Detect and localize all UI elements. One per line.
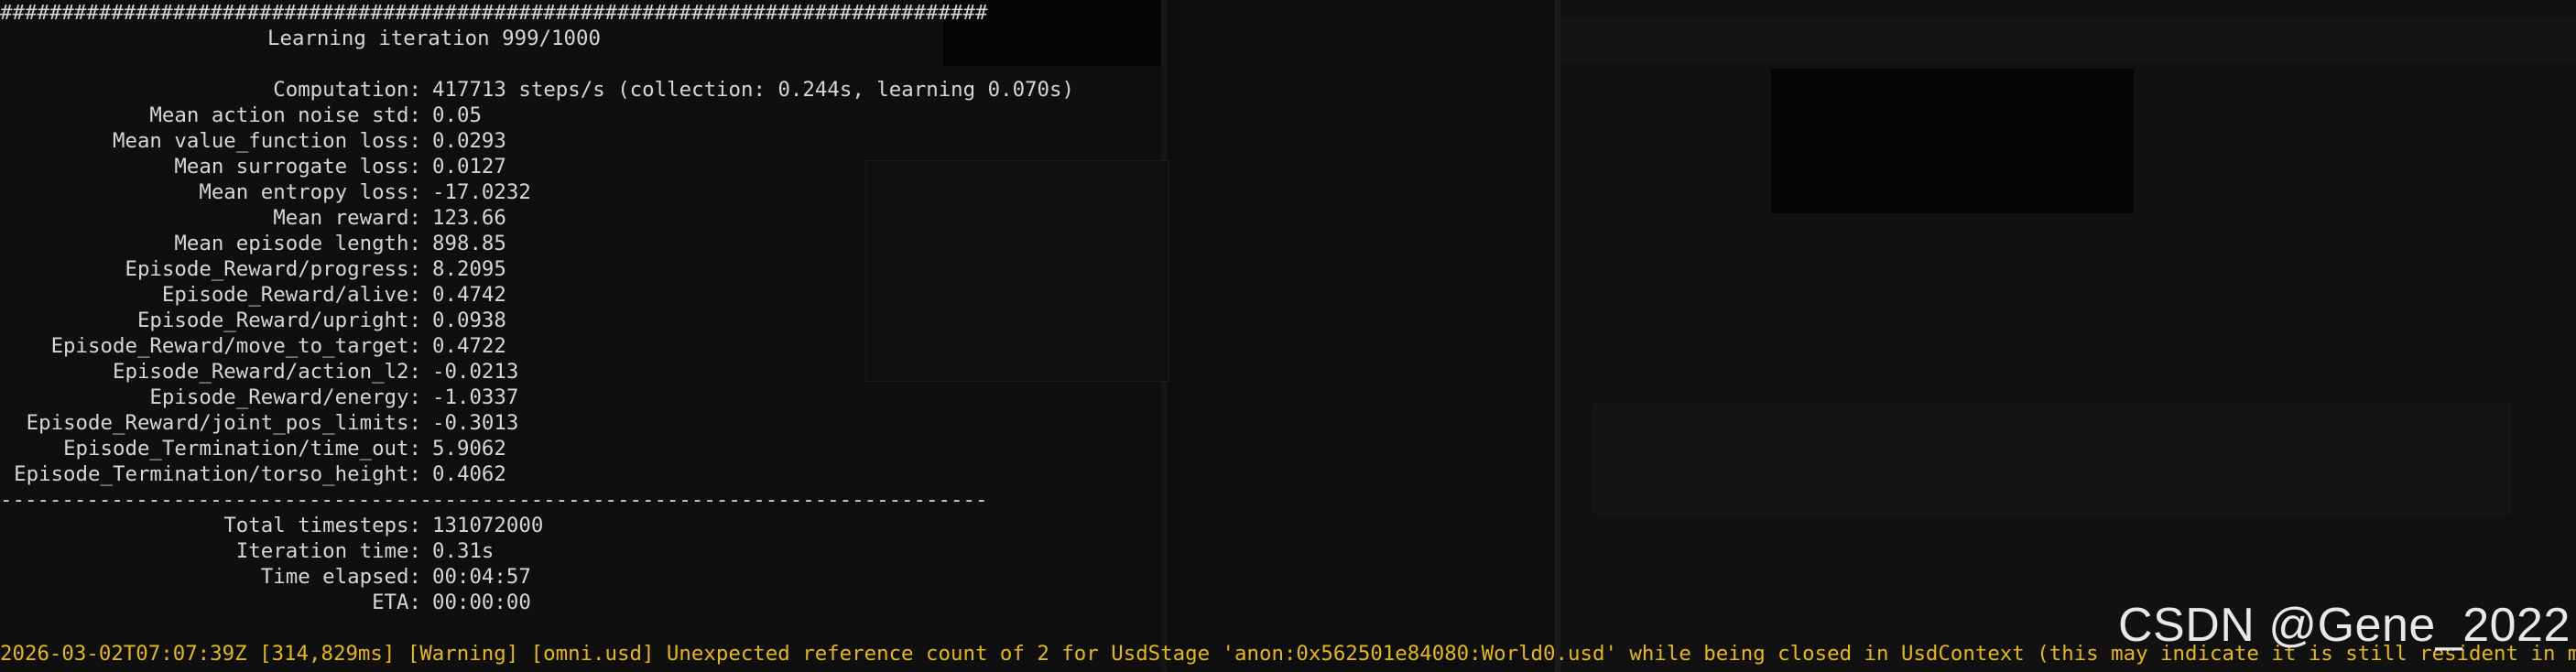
summary-key: Time elapsed: <box>260 565 421 589</box>
summary-value: 00:00:00 <box>432 591 531 614</box>
metrics-row: Mean episode length: 898.85 <box>0 231 1831 256</box>
metrics-row: Episode_Reward/progress: 8.2095 <box>0 256 1831 282</box>
metrics-row: Computation: 417713 steps/s (collection: … <box>0 77 1831 103</box>
metrics-row: Episode_Termination/time_out: 5.9062 <box>0 436 1831 461</box>
summary-row: ETA: 00:00:00 <box>0 590 1831 615</box>
summary-row: Iteration time: 0.31s <box>0 538 1831 564</box>
metrics-row: Episode_Reward/action_l2: -0.0213 <box>0 359 1831 385</box>
metrics-value: 0.4062 <box>432 462 506 486</box>
metrics-value: 123.66 <box>432 206 506 230</box>
metrics-key: Episode_Reward/upright: <box>136 309 421 332</box>
metrics-value: 0.0293 <box>432 129 506 153</box>
metrics-key: Episode_Termination/time_out: <box>63 437 421 461</box>
metrics-value: 0.4722 <box>432 334 506 358</box>
metrics-value: 898.85 <box>432 232 506 255</box>
summary-key: Iteration time: <box>235 539 421 563</box>
metrics-row: Episode_Reward/energy: -1.0337 <box>0 385 1831 410</box>
metrics-row: Episode_Reward/joint_pos_limits: -0.3013 <box>0 410 1831 436</box>
metrics-key: Mean action noise std: <box>149 103 421 127</box>
metrics-key: Episode_Reward/action_l2: <box>112 360 421 384</box>
summary-key: ETA: <box>372 591 421 614</box>
metrics-row: Mean action noise std: 0.05 <box>0 103 1831 128</box>
metrics-key: Episode_Reward/progress: <box>125 257 421 281</box>
metrics-row: Episode_Reward/move_to_target: 0.4722 <box>0 333 1831 359</box>
terminal-output: ########################################… <box>0 0 2576 672</box>
metrics-key: Episode_Reward/energy: <box>149 385 421 409</box>
metrics-key: Episode_Termination/torso_height: <box>14 462 421 486</box>
metrics-row: Mean surrogate loss: 0.0127 <box>0 154 1831 179</box>
summary-row: Time elapsed: 00:04:57 <box>0 564 1831 590</box>
metrics-value: -0.0213 <box>432 360 519 384</box>
metrics-value: 417713 steps/s (collection: 0.244s, lear… <box>432 78 1074 102</box>
metrics-value: -0.3013 <box>432 411 519 435</box>
metrics-row: Episode_Reward/alive: 0.4742 <box>0 282 1831 308</box>
csdn-watermark: CSDN @Gene_2022 <box>2118 599 2571 652</box>
hash-rule: ########################################… <box>0 1 988 25</box>
dash-rule: ----------------------------------------… <box>0 488 988 512</box>
summary-value: 131072000 <box>432 514 544 537</box>
metrics-value: 5.9062 <box>432 437 506 461</box>
metrics-value: 0.05 <box>432 103 482 127</box>
iteration-header: Learning iteration 999/1000 <box>267 27 601 50</box>
metrics-key: Mean value_function loss: <box>112 129 421 153</box>
metrics-row: Mean value_function loss: 0.0293 <box>0 128 1831 154</box>
metrics-key: Mean reward: <box>273 206 421 230</box>
metrics-key: Mean episode length: <box>174 232 421 255</box>
metrics-row: Episode_Termination/torso_height: 0.4062 <box>0 461 1831 487</box>
metrics-key: Episode_Reward/move_to_target: <box>50 334 421 358</box>
screen: ########################################… <box>0 0 2576 672</box>
metrics-key: Mean entropy loss: <box>199 180 421 204</box>
metrics-row: Mean reward: 123.66 <box>0 205 1831 231</box>
metrics-value: 0.4742 <box>432 283 506 307</box>
metrics-key: Mean surrogate loss: <box>174 155 421 179</box>
metrics-row: Episode_Reward/upright: 0.0938 <box>0 308 1831 333</box>
metrics-key: Episode_Reward/alive: <box>161 283 421 307</box>
summary-key: Total timesteps: <box>223 514 421 537</box>
metrics-row: Mean entropy loss: -17.0232 <box>0 179 1831 205</box>
metrics-key: Episode_Reward/joint_pos_limits: <box>26 411 421 435</box>
summary-row: Total timesteps: 131072000 <box>0 513 1831 538</box>
metrics-value: -17.0232 <box>432 180 531 204</box>
metrics-value: 0.0938 <box>432 309 506 332</box>
metrics-value: 8.2095 <box>432 257 506 281</box>
summary-value: 0.31s <box>432 539 495 563</box>
metrics-value: -1.0337 <box>432 385 519 409</box>
summary-value: 00:04:57 <box>432 565 531 589</box>
metrics-key: Computation: <box>273 78 421 102</box>
metrics-value: 0.0127 <box>432 155 506 179</box>
